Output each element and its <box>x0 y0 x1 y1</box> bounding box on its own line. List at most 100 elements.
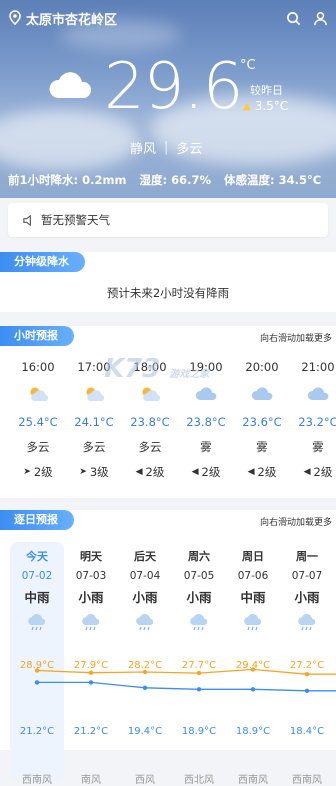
day-weather: 小雨 <box>132 590 158 605</box>
location-pin-icon <box>9 10 21 26</box>
wind-dir-w-icon: ◀ <box>135 467 143 477</box>
day-low-temp: 19.4°C <box>127 726 163 737</box>
minute-rain-tag: 分钟级降水 <box>0 252 85 272</box>
humidity-stat: 湿度: 66.7% <box>139 173 211 187</box>
hour-wind-level: 2级 <box>145 465 165 479</box>
hourly-item: 21:00 23.2°C 雾 ◀ 2级 <box>290 356 336 484</box>
compare-value: ▲ 3.5°C <box>243 99 288 113</box>
day-low-temp: 21.2°C <box>73 726 109 737</box>
hour-condition: 雾 <box>256 440 268 454</box>
day-wind: 西北风 <box>184 775 214 786</box>
hour-wind: ➤ 2级 <box>10 460 66 484</box>
daily-list[interactable]: 今天 07-02 中雨 28.9°C 21.2°C 西南风 明天 07-03 小雨 27.9°C 2… <box>10 542 336 786</box>
daily-forecast-card[interactable]: 逐日预报 向右滑动加载更多 今天 07-02 中雨 28.9°C 21.2°C 西南风 明天… <box>0 510 336 786</box>
speaker-icon <box>23 214 31 226</box>
hour-condition: 多云 <box>138 440 162 454</box>
day-weather: 小雨 <box>78 590 104 605</box>
day-name: 周一 <box>296 550 318 563</box>
hour-wind-level: 2级 <box>33 465 53 479</box>
wind-dir-ne-icon: ➤ <box>23 467 31 477</box>
day-date: 07-02 <box>21 570 53 582</box>
weather-stats: 前1小时降水: 0.2mm 湿度: 66.7% 体感温度: 34.5°C <box>8 172 330 188</box>
day-date: 07-05 <box>183 570 215 582</box>
degree-unit: °C <box>240 58 256 73</box>
rain-cloud-icon <box>226 612 280 634</box>
hour-time: 16:00 <box>21 360 55 374</box>
watermark-sub: 游戏之家 <box>169 369 210 380</box>
day-date: 07-04 <box>129 570 161 582</box>
fog-cloud-icon <box>290 378 336 410</box>
hour-temp: 23.8°C <box>130 415 170 429</box>
alert-bar[interactable]: 暂无预警天气 <box>8 203 328 237</box>
day-wind: 西风 <box>135 775 155 786</box>
daily-item: 后天 07-04 小雨 28.2°C 19.4°C 西风 <box>118 542 172 786</box>
fog-cloud-icon <box>234 378 290 410</box>
search-icon[interactable] <box>286 11 301 26</box>
wind-dir-w-icon: ◀ <box>247 467 255 477</box>
watermark-logo: K73 游戏之家 <box>104 354 209 384</box>
wind-condition: 静风 | 多云 <box>130 138 202 157</box>
hour-condition: 雾 <box>200 440 212 454</box>
daily-item: 今天 07-02 中雨 28.9°C 21.2°C 西南风 <box>10 542 64 786</box>
rain-cloud-icon <box>64 612 118 634</box>
hour-wind-level: 2级 <box>201 465 221 479</box>
rain-cloud-icon <box>10 612 64 634</box>
hour-condition: 多云 <box>82 440 106 454</box>
alert-text: 暂无预警天气 <box>41 213 110 227</box>
hour-wind: ◀ 2级 <box>234 460 290 484</box>
partly-cloudy-sun-icon <box>10 378 66 410</box>
day-low-temp: 18.9°C <box>235 726 271 737</box>
day-date: 07-06 <box>237 570 269 582</box>
day-wind: 西南风 <box>22 775 52 786</box>
day-date: 07-03 <box>75 570 107 582</box>
day-high-temp: 27.2°C <box>289 660 325 671</box>
day-low-temp: 18.9°C <box>181 726 217 737</box>
rain-cloud-icon <box>118 612 172 634</box>
hourly-tag: 小时预报 <box>0 326 74 346</box>
condition-text: 多云 <box>176 142 203 157</box>
wind-text: 静风 <box>130 142 157 157</box>
hour-temp: 24.1°C <box>74 415 114 429</box>
hourly-item: 16:00 25.4°C 多云 ➤ 2级 <box>10 356 66 484</box>
separator: | <box>164 140 169 155</box>
hourly-item: 20:00 23.6°C 雾 ◀ 2级 <box>234 356 290 484</box>
current-temperature: 29.6 <box>104 50 243 124</box>
day-wind: 西南风 <box>292 775 322 786</box>
rain-cloud-icon <box>172 612 226 634</box>
minute-rain-card: 分钟级降水 预计未来2小时没有降雨 <box>0 252 336 312</box>
daily-tag: 逐日预报 <box>0 510 74 530</box>
day-weather: 中雨 <box>240 590 266 605</box>
hour-wind: ➤ 3级 <box>66 460 122 484</box>
hourly-forecast-card[interactable]: 小时预报 向右滑动加载更多 16:00 25.4°C 多云 ➤ 2级 17:00 24.1°… <box>0 326 336 498</box>
wind-dir-ne-icon: ➤ <box>79 467 87 477</box>
compare-value-text: 3.5°C <box>254 99 289 113</box>
hour-temp: 23.6°C <box>242 415 282 429</box>
daily-item: 明天 07-03 小雨 27.9°C 21.2°C 南风 <box>64 542 118 786</box>
hour-wind-level: 3级 <box>89 465 109 479</box>
up-arrow-icon: ▲ <box>243 100 251 112</box>
hour-time: 20:00 <box>245 360 279 374</box>
day-name: 周六 <box>188 550 210 563</box>
location-name[interactable]: 太原市杏花岭区 <box>26 9 117 28</box>
hour-temp: 23.8°C <box>186 415 226 429</box>
cloudy-icon <box>49 72 92 98</box>
hour-wind: ◀ 2级 <box>178 460 234 484</box>
hour-wind-level: 2级 <box>313 465 333 479</box>
daily-item: 周一 07-07 小雨 27.2°C 18.4°C 西南风 <box>280 542 334 786</box>
day-weather: 小雨 <box>294 590 320 605</box>
watermark-main: K73 <box>104 354 161 384</box>
day-date: 07-07 <box>291 570 323 582</box>
rain-cloud-icon <box>280 612 334 634</box>
daily-item: 周日 07-06 中雨 29.4°C 18.9°C 西南风 <box>226 542 280 786</box>
day-low-temp: 21.2°C <box>19 726 55 737</box>
user-icon[interactable] <box>313 11 328 26</box>
day-name: 周日 <box>242 550 264 563</box>
feel-stat: 体感温度: 34.5°C <box>223 173 322 187</box>
day-wind: 南风 <box>81 775 101 786</box>
wind-dir-w-icon: ◀ <box>191 467 199 477</box>
day-high-temp: 29.4°C <box>235 660 271 671</box>
hour-wind-level: 2级 <box>257 465 277 479</box>
day-name: 今天 <box>26 550 48 563</box>
day-high-temp: 28.2°C <box>127 660 163 671</box>
day-weather: 中雨 <box>24 590 50 605</box>
